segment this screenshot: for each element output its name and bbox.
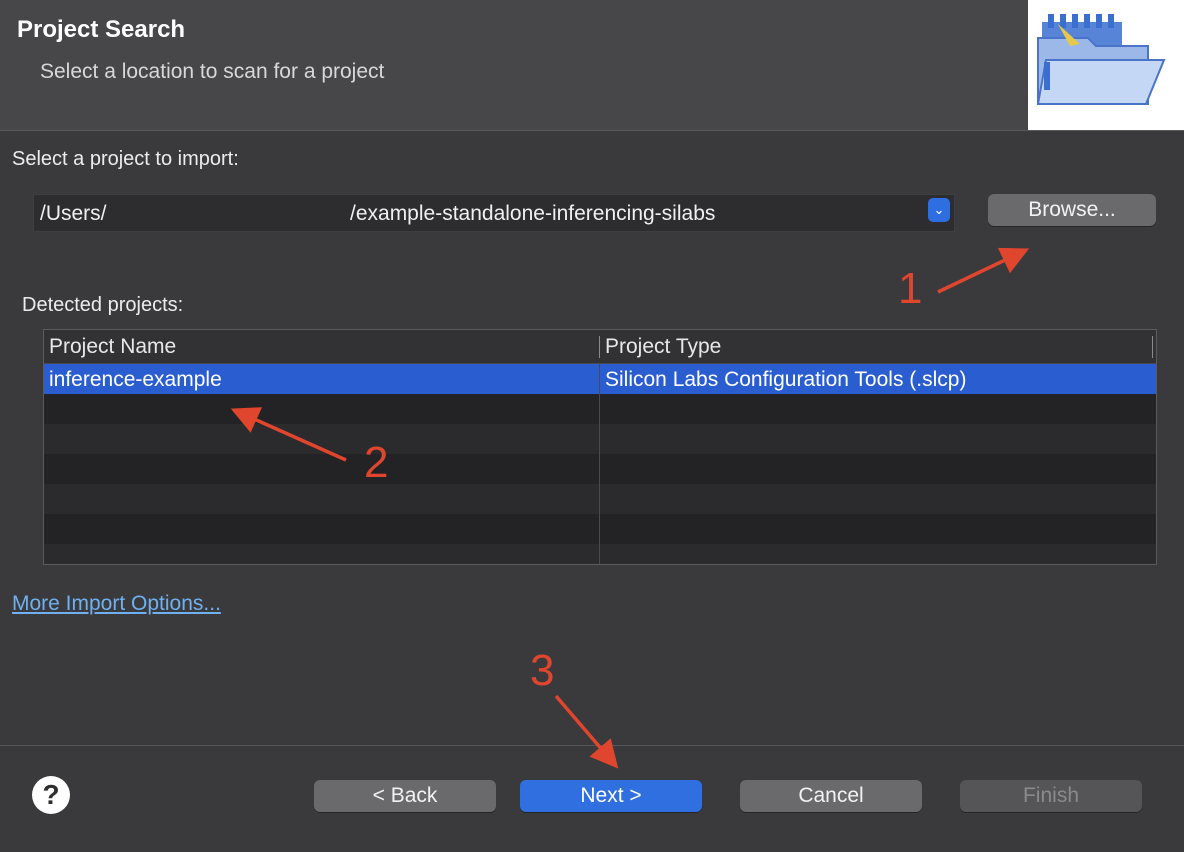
table-row-selected[interactable]: inference-example Silicon Labs Configura…: [44, 364, 1156, 394]
footer-divider: [0, 745, 1184, 746]
path-suffix: /example-standalone-inferencing-silabs: [350, 202, 716, 225]
finish-button: Finish: [960, 780, 1142, 812]
annotation-arrow-1: [937, 247, 1030, 294]
table-row: [44, 484, 1156, 514]
project-path-combobox[interactable]: /Users/ /example-standalone-inferencing-…: [33, 194, 955, 232]
annotation-label-3: 3: [530, 646, 555, 695]
page-subtitle: Select a location to scan for a project: [40, 60, 385, 83]
annotation-label-1: 1: [898, 264, 923, 313]
table-row: [44, 394, 1156, 424]
column-header-project-type[interactable]: Project Type: [605, 335, 721, 359]
column-divider[interactable]: [1152, 336, 1153, 358]
page-title: Project Search: [17, 16, 186, 43]
annotation-label-2: 2: [364, 438, 389, 487]
help-icon[interactable]: ?: [32, 776, 70, 814]
table-row: [44, 514, 1156, 544]
next-button[interactable]: Next >: [520, 780, 702, 812]
folder-wizard-icon: [1028, 0, 1184, 130]
import-label: Select a project to import:: [12, 148, 239, 170]
project-type-cell: Silicon Labs Configuration Tools (.slcp): [605, 368, 967, 391]
detected-projects-table: Project Name Project Type inference-exam…: [43, 329, 1157, 565]
browse-button[interactable]: Browse...: [988, 194, 1156, 226]
table-row: [44, 454, 1156, 484]
table-row: [44, 424, 1156, 454]
dialog-header: Project Search Select a location to scan…: [0, 0, 1184, 131]
annotation-arrow-3: [554, 694, 619, 769]
column-separator: [599, 363, 600, 564]
column-header-project-name[interactable]: Project Name: [49, 335, 176, 359]
redacted-path-segment: [150, 199, 380, 227]
more-import-options-link[interactable]: More Import Options...: [12, 592, 221, 616]
table-header: Project Name Project Type: [44, 330, 1156, 364]
cancel-button[interactable]: Cancel: [740, 780, 922, 812]
detected-projects-label: Detected projects:: [22, 294, 184, 316]
path-prefix: /Users/: [40, 202, 107, 225]
column-divider[interactable]: [599, 336, 600, 358]
table-row: [44, 544, 1156, 564]
project-name-cell: inference-example: [49, 368, 222, 391]
chevron-down-icon[interactable]: ⌄: [928, 198, 950, 222]
back-button[interactable]: < Back: [314, 780, 496, 812]
